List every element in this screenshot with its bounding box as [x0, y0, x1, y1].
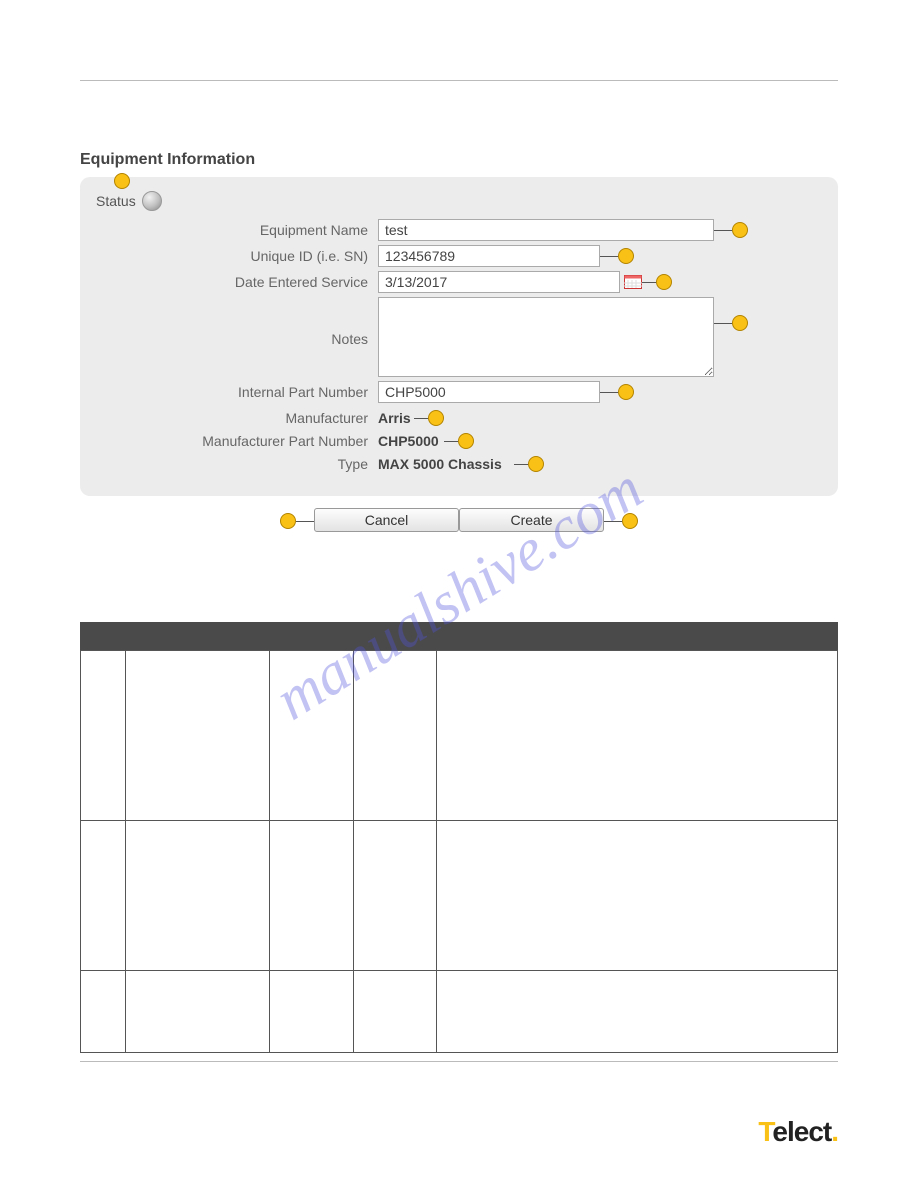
table-cell: [81, 651, 126, 821]
table-section: [80, 622, 838, 1053]
annotation-connector: [600, 392, 618, 393]
equipment-name-label: Equipment Name: [96, 219, 378, 238]
table-cell: [353, 821, 436, 971]
section-title: Equipment Information: [80, 151, 838, 169]
calendar-icon[interactable]: [624, 273, 642, 292]
annotation-dot: [114, 173, 130, 189]
equipment-form-panel: Status Equipment Name Unique ID (i.e. SN…: [80, 177, 838, 496]
internal-part-input[interactable]: [378, 381, 600, 403]
table-cell: [126, 971, 270, 1053]
annotation-dot: [618, 248, 634, 264]
annotation-connector: [414, 418, 428, 419]
table-cell: [81, 971, 126, 1053]
definition-table: [80, 650, 838, 1053]
top-divider: [80, 80, 838, 81]
table-cell: [436, 971, 837, 1053]
annotation-connector: [714, 323, 732, 324]
table-cell: [126, 821, 270, 971]
table-row: [81, 821, 838, 971]
date-entered-label: Date Entered Service: [96, 271, 378, 290]
annotation-dot: [618, 384, 634, 400]
status-label: Status: [96, 193, 136, 209]
type-value: MAX 5000 Chassis: [378, 453, 502, 472]
equipment-name-input[interactable]: [378, 219, 714, 241]
annotation-connector: [514, 464, 528, 465]
table-cell: [436, 651, 837, 821]
annotation-connector: [604, 521, 622, 522]
bottom-divider: [80, 1061, 838, 1062]
manufacturer-value: Arris: [378, 407, 411, 426]
unique-id-label: Unique ID (i.e. SN): [96, 245, 378, 264]
date-entered-input[interactable]: [378, 271, 620, 293]
annotation-connector: [714, 230, 732, 231]
form-button-row: Cancel Create: [80, 508, 838, 532]
table-cell: [353, 971, 436, 1053]
table-row: [81, 971, 838, 1053]
annotation-connector: [296, 521, 314, 522]
cancel-button[interactable]: Cancel: [314, 508, 459, 532]
annotation-dot: [732, 315, 748, 331]
annotation-dot: [622, 513, 638, 529]
notes-textarea[interactable]: [378, 297, 714, 377]
unique-id-input[interactable]: [378, 245, 600, 267]
table-cell: [126, 651, 270, 821]
internal-part-label: Internal Part Number: [96, 381, 378, 400]
status-indicator-icon: [142, 191, 162, 211]
annotation-dot: [458, 433, 474, 449]
table-row: [81, 651, 838, 821]
notes-label: Notes: [96, 328, 378, 347]
telect-logo: Telect.: [758, 1116, 838, 1148]
annotation-dot: [528, 456, 544, 472]
table-cell: [270, 971, 353, 1053]
mfr-part-label: Manufacturer Part Number: [96, 430, 378, 449]
create-button[interactable]: Create: [459, 508, 604, 532]
annotation-dot: [428, 410, 444, 426]
annotation-connector: [600, 256, 618, 257]
annotation-dot: [732, 222, 748, 238]
table-cell: [353, 651, 436, 821]
table-cell: [81, 821, 126, 971]
type-label: Type: [96, 453, 378, 472]
annotation-dot: [280, 513, 296, 529]
annotation-connector: [444, 441, 458, 442]
annotation-dot: [656, 274, 672, 290]
manufacturer-label: Manufacturer: [96, 407, 378, 426]
table-cell: [436, 821, 837, 971]
table-cell: [270, 651, 353, 821]
table-header-bar: [80, 622, 838, 650]
mfr-part-value: CHP5000: [378, 430, 439, 449]
table-cell: [270, 821, 353, 971]
annotation-connector: [642, 282, 656, 283]
